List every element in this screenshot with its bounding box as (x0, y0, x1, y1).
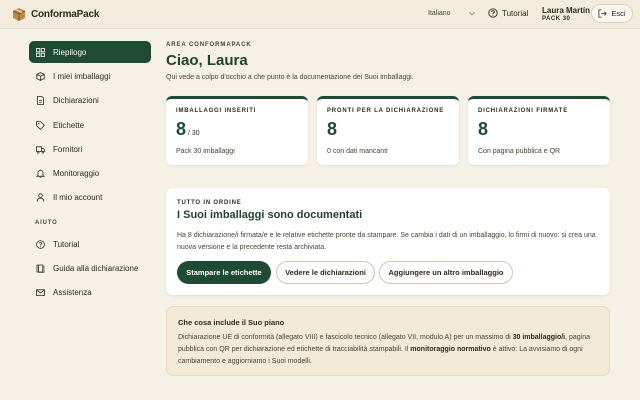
logout-label: Esci (611, 9, 626, 18)
sidebar-item-label: Assistenza (53, 287, 92, 297)
plan-text-part: Dichiarazione UE di conformità (allegato… (178, 334, 513, 341)
sidebar-item-label: Dichiarazioni (53, 95, 99, 105)
sidebar-item-label: Riepilogo (53, 47, 87, 57)
sidebar-item-dichiarazioni[interactable]: Dichiarazioni (29, 89, 151, 111)
user-icon (36, 192, 45, 202)
brand-name: ConformaPack (31, 8, 100, 20)
print-labels-button[interactable]: Stampare le etichette (177, 261, 271, 284)
brand[interactable]: ConformaPack (11, 6, 99, 22)
mail-icon (36, 288, 45, 296)
status-card: TUTTO IN ORDINE I Suoi imballaggi sono d… (166, 188, 610, 295)
sidebar-item-riepilogo[interactable]: Riepilogo (29, 41, 151, 63)
sidebar-item-label: Tutorial (53, 239, 80, 249)
sidebar-item-label: Guida alla dichiarazione (53, 263, 139, 273)
sidebar-item-tutorial[interactable]: Tutorial (29, 233, 151, 255)
area-label: AREA CONFORMAPACK (166, 42, 252, 48)
stat-value: 8/ 30 (176, 119, 200, 140)
logout-button[interactable]: Esci (591, 4, 633, 23)
stat-card-pronti: PRONTI PER LA DICHIARAZIONE 8 0 con dati… (317, 96, 459, 165)
sidebar-item-fornitori[interactable]: Fornitori (29, 138, 151, 160)
stat-subtext: 0 con dati mancanti (327, 148, 388, 155)
stat-total: / 30 (188, 130, 200, 137)
top-bar: ConformaPack Italiano Tutorial Laura Mar… (0, 0, 640, 29)
sidebar-item-guida[interactable]: Guida alla dichiarazione (29, 257, 151, 279)
user-plan: PACK 30 (542, 16, 571, 22)
stat-number: 8 (478, 119, 489, 139)
add-packaging-button[interactable]: Aggiungere un altro imballaggio (379, 261, 513, 284)
stat-number: 8 (327, 119, 338, 139)
plan-card: Che cosa include il Suo piano Dichiarazi… (166, 306, 610, 376)
logout-icon (598, 9, 608, 18)
truck-icon (36, 145, 45, 154)
stat-subtext: Con pagina pubblica e QR (478, 148, 561, 155)
status-kicker: TUTTO IN ORDINE (177, 200, 242, 206)
tag-icon (36, 120, 45, 130)
box-icon (36, 71, 45, 81)
language-label: Italiano (428, 10, 451, 17)
plan-text: Dichiarazione UE di conformità (allegato… (178, 332, 602, 368)
status-text: Ha 8 dichiarazione/i firmata/e e le rela… (177, 232, 596, 251)
sidebar-item-label: Fornitori (53, 144, 83, 154)
sidebar-section-help: AIUTO (35, 220, 58, 226)
sidebar-item-etichette[interactable]: Etichette (29, 114, 151, 136)
document-icon (37, 95, 44, 105)
stat-card-imballaggi: IMBALLAGGI INSERITI 8/ 30 Pack 30 imball… (166, 96, 308, 165)
stat-card-firmate: DICHIARAZIONI FIRMATE 8 Con pagina pubbl… (468, 96, 610, 165)
box-logo-icon (12, 8, 26, 21)
tutorial-label: Tutorial (502, 8, 529, 18)
help-circle-icon (36, 239, 45, 249)
stat-label: IMBALLAGGI INSERITI (176, 108, 257, 114)
page-title: Ciao, Laura (166, 52, 248, 69)
sidebar-item-monitoraggio[interactable]: Monitoraggio (29, 162, 151, 184)
sidebar-item-label: I miei imballaggi (53, 71, 111, 81)
stat-number: 8 (176, 119, 187, 139)
language-select[interactable]: Italiano (428, 10, 475, 17)
chevron-down-icon (468, 11, 475, 16)
book-icon (36, 264, 45, 273)
help-circle-icon (488, 8, 498, 18)
plan-limit: 30 imballaggio/i (512, 334, 566, 341)
status-title: I Suoi imballaggi sono documentati (177, 209, 363, 221)
tutorial-link[interactable]: Tutorial (488, 8, 528, 18)
sidebar-item-account[interactable]: Il mio account (29, 186, 151, 208)
sidebar-item-label: Il mio account (53, 192, 103, 202)
plan-monitoring: monitoraggio normativo (410, 346, 491, 353)
view-declarations-button[interactable]: Vedere le dichiarazioni (276, 261, 375, 284)
sidebar-item-label: Monitoraggio (53, 168, 100, 178)
sidebar-item-label: Etichette (53, 120, 85, 130)
user-info: Laura Martín PACK 30 (542, 6, 590, 24)
stat-label: PRONTI PER LA DICHIARAZIONE (327, 108, 445, 114)
sidebar-item-assistenza[interactable]: Assistenza (29, 281, 151, 303)
bell-icon (36, 169, 45, 178)
grid-icon (36, 47, 45, 57)
stat-value: 8 (327, 119, 337, 140)
stat-value: 8 (478, 119, 488, 140)
sidebar-item-imballaggi[interactable]: I miei imballaggi (29, 65, 151, 87)
stat-label: DICHIARAZIONI FIRMATE (478, 108, 569, 114)
page-intro: Qui vede a colpo d'occhio a che punto è … (166, 74, 414, 81)
user-name: Laura Martín (542, 6, 591, 15)
plan-title: Che cosa include il Suo piano (178, 318, 285, 327)
stat-subtext: Pack 30 imballaggi (176, 148, 235, 155)
